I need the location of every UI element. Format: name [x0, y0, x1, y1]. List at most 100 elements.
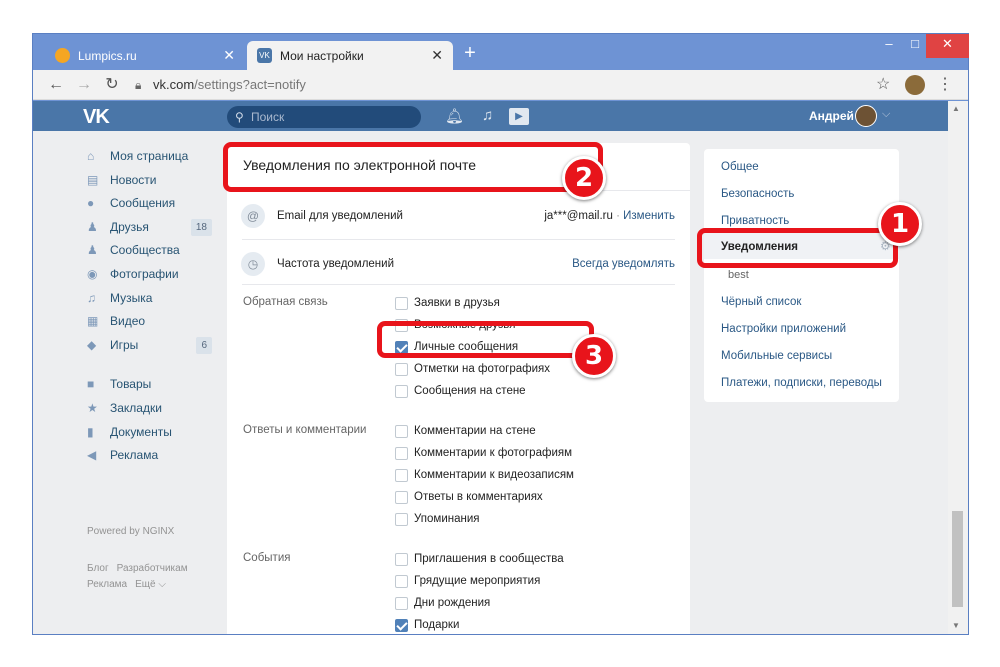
checkbox-box[interactable]	[395, 553, 408, 566]
checkbox-box[interactable]	[395, 363, 408, 376]
bell-icon[interactable]: 🔔︎	[445, 107, 464, 125]
notification-checkbox[interactable]: Ответы в комментариях	[395, 490, 543, 512]
notification-checkbox[interactable]: Комментарии к видеозаписям	[395, 468, 574, 490]
profile-avatar[interactable]	[905, 75, 925, 95]
sidebar-item[interactable]: ◉ Фотографии	[85, 263, 215, 287]
settings-menu-item[interactable]: Настройки приложений	[721, 323, 846, 335]
settings-menu-item[interactable]: Мобильные сервисы	[721, 350, 832, 362]
tab-strip: Lumpics.ru ✕ VK Мои настройки ✕ + – □ ✕	[33, 34, 969, 70]
at-sign-icon: @	[241, 204, 265, 228]
star-icon: ★	[87, 400, 98, 415]
footer-link-ads[interactable]: Реклама	[87, 579, 127, 590]
checkbox-label: Приглашения в сообщества	[414, 553, 564, 565]
bookmark-star-icon[interactable]: ☆	[876, 74, 890, 94]
notification-checkbox[interactable]: Комментарии к фотографиям	[395, 446, 572, 468]
chevron-down-icon[interactable]: ⌵	[882, 108, 890, 121]
notification-checkbox[interactable]: Комментарии на стене	[395, 424, 536, 446]
sidebar-item-label: Товары	[110, 377, 152, 392]
back-arrow-icon[interactable]: ←	[45, 74, 67, 96]
user-avatar[interactable]	[855, 105, 877, 127]
browser-menu-icon[interactable]: ⋮	[937, 74, 953, 94]
notification-checkbox[interactable]: Приглашения в сообщества	[395, 552, 564, 574]
play-icon[interactable]: ▶	[509, 108, 529, 125]
notification-checkbox[interactable]: Подарки	[395, 618, 459, 634]
frequency-dropdown[interactable]: Всегда уведомлять	[572, 258, 675, 270]
settings-menu-item[interactable]: best	[728, 269, 749, 281]
sidebar-item[interactable]: ▦ Видео	[85, 310, 215, 334]
tab-settings[interactable]: VK Мои настройки ✕	[247, 41, 453, 70]
tab-lumpics[interactable]: Lumpics.ru ✕	[45, 41, 245, 70]
sidebar-item[interactable]: ⌂ Моя страница	[85, 145, 215, 169]
checkbox-box[interactable]	[395, 297, 408, 310]
music-note-icon[interactable]: ♫	[482, 107, 493, 124]
forward-arrow-icon[interactable]: →	[73, 74, 95, 96]
sidebar-item[interactable]: ♟ Друзья 18	[85, 216, 215, 240]
checkbox-box[interactable]	[395, 425, 408, 438]
notification-checkbox[interactable]: Сообщения на стене	[395, 384, 526, 406]
news-icon: ▤	[87, 172, 99, 187]
footer-link-dev[interactable]: Разработчикам	[117, 563, 188, 574]
notification-checkbox[interactable]: Упоминания	[395, 512, 480, 534]
checkbox-box[interactable]	[395, 597, 408, 610]
checkbox-box[interactable]	[395, 447, 408, 460]
annotation-badge-1: 1	[878, 202, 922, 246]
search-placeholder: Поиск	[251, 110, 285, 124]
clock-icon: ◷	[241, 252, 265, 276]
new-tab-button[interactable]: +	[459, 42, 481, 64]
close-window-button[interactable]: ✕	[926, 34, 969, 58]
scrollbar[interactable]: ▲ ▼	[948, 101, 968, 634]
vk-logo[interactable]: VK	[83, 106, 110, 129]
footer-link-blog[interactable]: Блог	[87, 563, 109, 574]
video-icon: ▦	[87, 314, 99, 329]
sidebar-item-label: Закладки	[110, 400, 162, 415]
address-bar: ← → ↻ 🔒︎ vk.com/settings?act=notify ☆ ⋮	[33, 70, 968, 100]
checkbox-box[interactable]	[395, 575, 408, 588]
checkbox-label: Ответы в комментариях	[414, 491, 543, 503]
close-tab-icon[interactable]: ✕	[223, 48, 235, 62]
friends-icon: ♟	[87, 219, 98, 234]
checkbox-box[interactable]	[395, 385, 408, 398]
sidebar-item[interactable]: ◀ Реклама	[85, 444, 215, 468]
notification-checkbox[interactable]: Грядущие мероприятия	[395, 574, 540, 596]
sidebar-item[interactable]: ▮ Документы	[85, 421, 215, 445]
sidebar-item-label: Документы	[110, 424, 172, 439]
settings-menu-item[interactable]: Чёрный список	[721, 296, 801, 308]
highlight-notifications	[697, 228, 898, 268]
sidebar-item[interactable]: ▤ Новости	[85, 169, 215, 193]
checkbox-box[interactable]	[395, 513, 408, 526]
search-icon: ⚲	[235, 110, 244, 124]
scrollbar-thumb[interactable]	[952, 511, 963, 607]
sidebar-item[interactable]: ★ Закладки	[85, 397, 215, 421]
settings-menu-item[interactable]: Платежи, подписки, переводы	[721, 377, 882, 389]
reload-icon[interactable]: ↻	[101, 74, 123, 96]
scroll-down-icon[interactable]: ▼	[952, 621, 960, 630]
checkbox-box[interactable]	[395, 619, 408, 632]
sidebar-item[interactable]: ♟ Сообщества	[85, 239, 215, 263]
notification-checkbox[interactable]: Дни рождения	[395, 596, 490, 618]
tab-title: Lumpics.ru	[78, 48, 137, 63]
sidebar-item[interactable]: ◆ Игры 6	[85, 334, 215, 358]
divider	[242, 284, 675, 285]
sidebar-item[interactable]: ♫ Музыка	[85, 287, 215, 311]
close-tab-icon[interactable]: ✕	[431, 48, 443, 62]
sidebar-item[interactable]: ● Сообщения	[85, 192, 215, 216]
settings-menu-item[interactable]: Безопасность	[721, 188, 794, 200]
checkbox-box[interactable]	[395, 491, 408, 504]
sidebar-item-label: Сообщения	[110, 196, 176, 211]
settings-menu-item[interactable]: Приватность	[721, 215, 789, 227]
search-input[interactable]: ⚲ Поиск	[227, 106, 421, 128]
powered-by: Powered by NGINX	[87, 526, 175, 537]
notification-checkbox[interactable]: Заявки в друзья	[395, 296, 500, 318]
vk-header: VK ⚲ Поиск 🔔︎ ♫ ▶ Андрей ⌵	[33, 101, 948, 131]
checkbox-label: Комментарии к фотографиям	[414, 447, 572, 459]
sidebar-item-label: Сообщества	[110, 243, 180, 258]
checkbox-box[interactable]	[395, 469, 408, 482]
settings-menu-item[interactable]: Общее	[721, 161, 759, 173]
notification-checkbox[interactable]: Отметки на фотографиях	[395, 362, 550, 384]
url-input[interactable]: 🔒︎ vk.com/settings?act=notify	[129, 74, 871, 96]
footer-link-more[interactable]: Ещё ⌵	[135, 579, 166, 590]
user-name[interactable]: Андрей	[809, 109, 854, 123]
change-email-link[interactable]: Изменить	[623, 210, 675, 222]
sidebar-item[interactable]: ■ Товары	[85, 373, 215, 397]
scroll-up-icon[interactable]: ▲	[952, 104, 960, 113]
